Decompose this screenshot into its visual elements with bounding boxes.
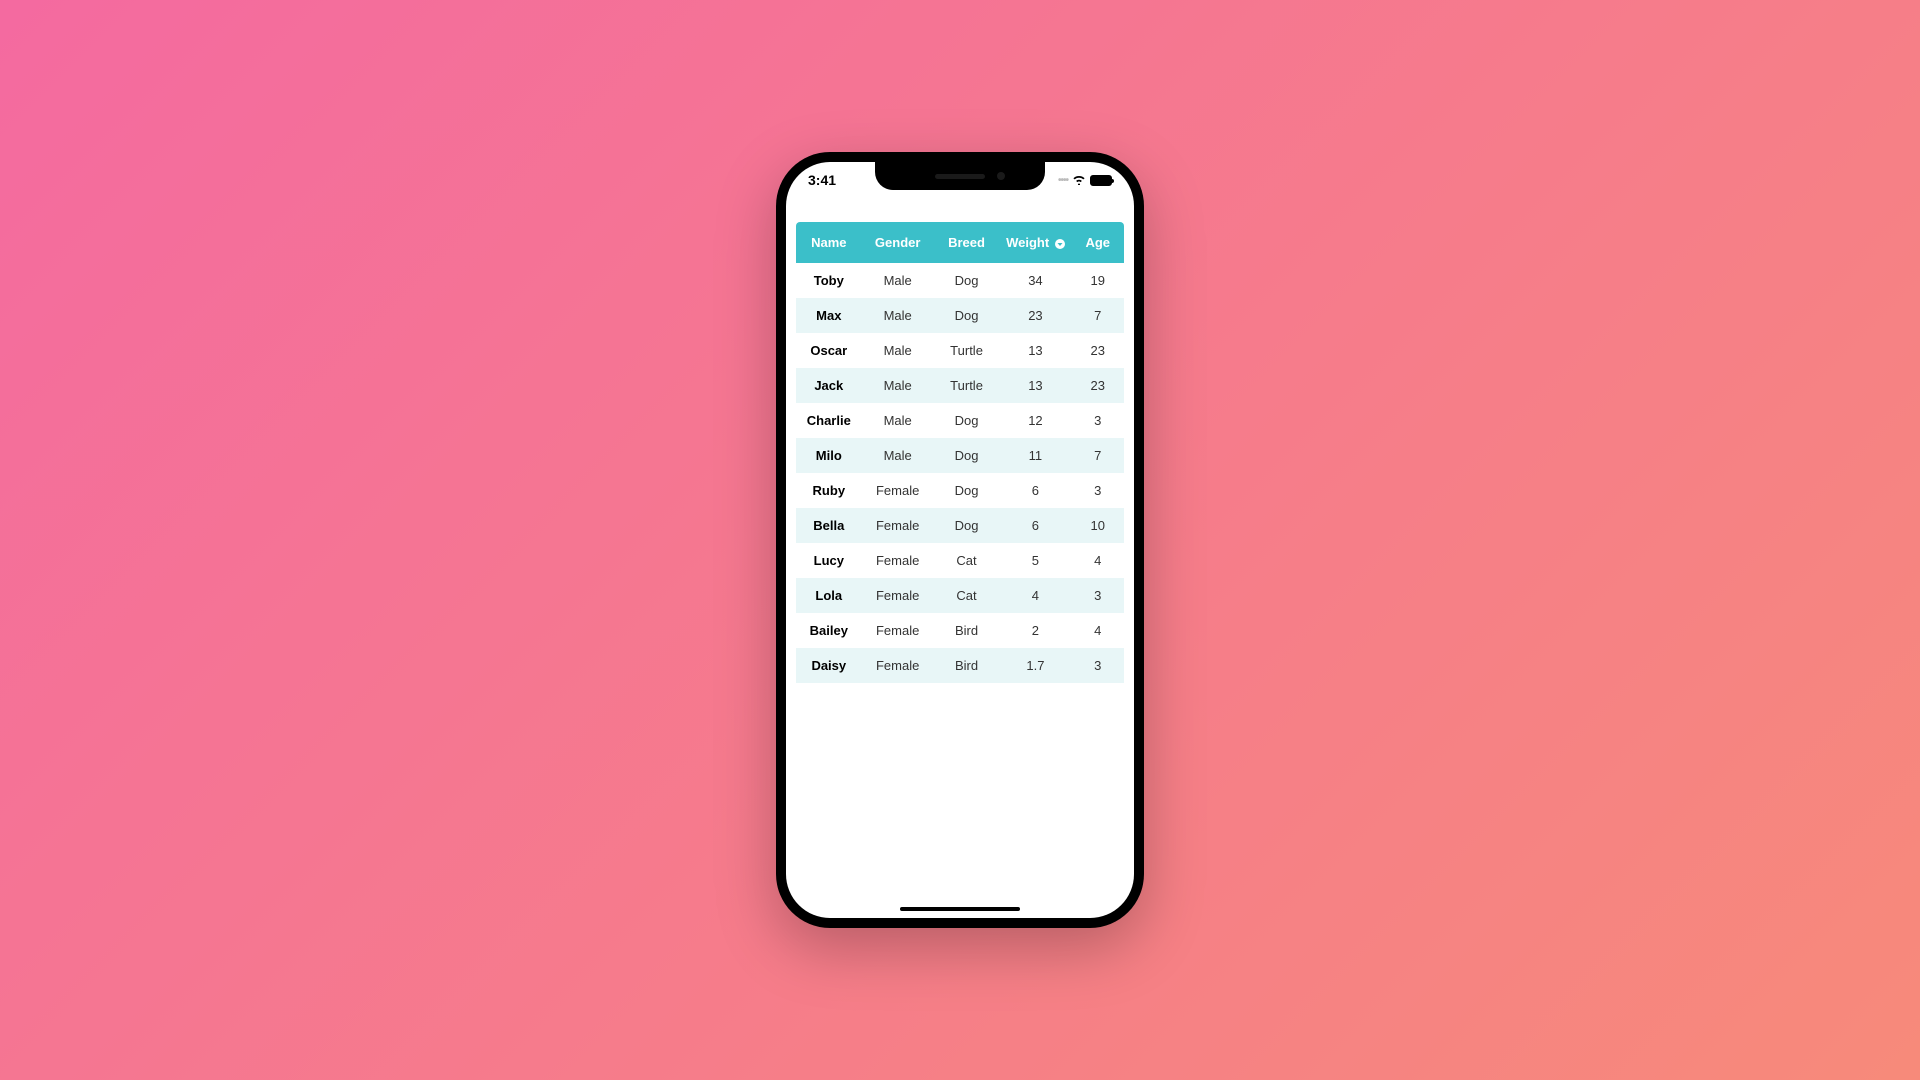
- cell-age: 3: [1072, 403, 1125, 438]
- table-row[interactable]: BaileyFemaleBird24: [796, 613, 1124, 648]
- cell-gender: Female: [862, 543, 934, 578]
- table-row[interactable]: MaxMaleDog237: [796, 298, 1124, 333]
- table-row[interactable]: DaisyFemaleBird1.73: [796, 648, 1124, 683]
- cell-name: Daisy: [796, 648, 862, 683]
- phone-frame: 3:41 •••• Name Gender Breed: [776, 152, 1144, 928]
- cell-weight: 6: [999, 508, 1071, 543]
- status-time: 3:41: [808, 172, 836, 188]
- table-row[interactable]: RubyFemaleDog63: [796, 473, 1124, 508]
- table-body: TobyMaleDog3419MaxMaleDog237OscarMaleTur…: [796, 263, 1124, 683]
- table-row[interactable]: MiloMaleDog117: [796, 438, 1124, 473]
- cell-breed: Dog: [934, 508, 1000, 543]
- cell-weight: 11: [999, 438, 1071, 473]
- cell-name: Bailey: [796, 613, 862, 648]
- phone-notch: [875, 162, 1045, 190]
- speaker-grille: [935, 174, 985, 179]
- cell-gender: Male: [862, 368, 934, 403]
- cell-weight: 6: [999, 473, 1071, 508]
- cell-gender: Female: [862, 613, 934, 648]
- cell-name: Charlie: [796, 403, 862, 438]
- cell-gender: Male: [862, 333, 934, 368]
- cell-age: 23: [1072, 368, 1125, 403]
- cell-name: Toby: [796, 263, 862, 298]
- cell-breed: Dog: [934, 263, 1000, 298]
- cell-name: Max: [796, 298, 862, 333]
- cell-breed: Dog: [934, 403, 1000, 438]
- header-label: Weight: [1006, 235, 1049, 250]
- cell-breed: Bird: [934, 613, 1000, 648]
- cell-weight: 12: [999, 403, 1071, 438]
- cell-age: 10: [1072, 508, 1125, 543]
- cell-age: 4: [1072, 543, 1125, 578]
- cell-name: Bella: [796, 508, 862, 543]
- header-label: Name: [811, 235, 846, 250]
- table-row[interactable]: BellaFemaleDog610: [796, 508, 1124, 543]
- cell-weight: 4: [999, 578, 1071, 613]
- column-header-gender[interactable]: Gender: [862, 222, 934, 263]
- cell-breed: Turtle: [934, 368, 1000, 403]
- cell-name: Oscar: [796, 333, 862, 368]
- cell-weight: 5: [999, 543, 1071, 578]
- cell-gender: Male: [862, 403, 934, 438]
- status-right: ••••: [1058, 172, 1112, 188]
- column-header-breed[interactable]: Breed: [934, 222, 1000, 263]
- cell-weight: 1.7: [999, 648, 1071, 683]
- cell-weight: 13: [999, 368, 1071, 403]
- cell-gender: Female: [862, 648, 934, 683]
- cell-breed: Cat: [934, 578, 1000, 613]
- cell-weight: 34: [999, 263, 1071, 298]
- cell-breed: Cat: [934, 543, 1000, 578]
- table-row[interactable]: CharlieMaleDog123: [796, 403, 1124, 438]
- cell-name: Milo: [796, 438, 862, 473]
- column-header-name[interactable]: Name: [796, 222, 862, 263]
- cell-weight: 23: [999, 298, 1071, 333]
- cell-breed: Dog: [934, 298, 1000, 333]
- table-row[interactable]: LolaFemaleCat43: [796, 578, 1124, 613]
- cell-breed: Dog: [934, 438, 1000, 473]
- home-indicator[interactable]: [900, 907, 1020, 911]
- cell-age: 7: [1072, 438, 1125, 473]
- header-label: Gender: [875, 235, 921, 250]
- cell-gender: Female: [862, 578, 934, 613]
- wifi-icon: [1072, 172, 1086, 188]
- cell-name: Lola: [796, 578, 862, 613]
- column-header-age[interactable]: Age: [1072, 222, 1125, 263]
- header-label: Age: [1085, 235, 1110, 250]
- table-row[interactable]: JackMaleTurtle1323: [796, 368, 1124, 403]
- cell-age: 19: [1072, 263, 1125, 298]
- cellular-dots-icon: ••••: [1058, 175, 1068, 186]
- cell-gender: Male: [862, 263, 934, 298]
- cell-age: 23: [1072, 333, 1125, 368]
- cell-name: Ruby: [796, 473, 862, 508]
- table-row[interactable]: OscarMaleTurtle1323: [796, 333, 1124, 368]
- cell-age: 7: [1072, 298, 1125, 333]
- cell-name: Jack: [796, 368, 862, 403]
- front-camera: [997, 172, 1005, 180]
- cell-age: 3: [1072, 648, 1125, 683]
- pets-table: Name Gender Breed Weight Age TobyMaleDog…: [796, 222, 1124, 683]
- table-header-row: Name Gender Breed Weight Age: [796, 222, 1124, 263]
- content-area: Name Gender Breed Weight Age TobyMaleDog…: [786, 194, 1134, 683]
- cell-breed: Bird: [934, 648, 1000, 683]
- cell-breed: Dog: [934, 473, 1000, 508]
- phone-screen: 3:41 •••• Name Gender Breed: [786, 162, 1134, 918]
- sort-descending-icon: [1055, 239, 1065, 249]
- header-label: Breed: [948, 235, 985, 250]
- cell-weight: 13: [999, 333, 1071, 368]
- table-row[interactable]: TobyMaleDog3419: [796, 263, 1124, 298]
- cell-name: Lucy: [796, 543, 862, 578]
- cell-age: 4: [1072, 613, 1125, 648]
- cell-gender: Male: [862, 438, 934, 473]
- table-row[interactable]: LucyFemaleCat54: [796, 543, 1124, 578]
- cell-weight: 2: [999, 613, 1071, 648]
- cell-age: 3: [1072, 578, 1125, 613]
- cell-age: 3: [1072, 473, 1125, 508]
- cell-breed: Turtle: [934, 333, 1000, 368]
- column-header-weight[interactable]: Weight: [999, 222, 1071, 263]
- cell-gender: Male: [862, 298, 934, 333]
- battery-icon: [1090, 175, 1112, 186]
- cell-gender: Female: [862, 508, 934, 543]
- cell-gender: Female: [862, 473, 934, 508]
